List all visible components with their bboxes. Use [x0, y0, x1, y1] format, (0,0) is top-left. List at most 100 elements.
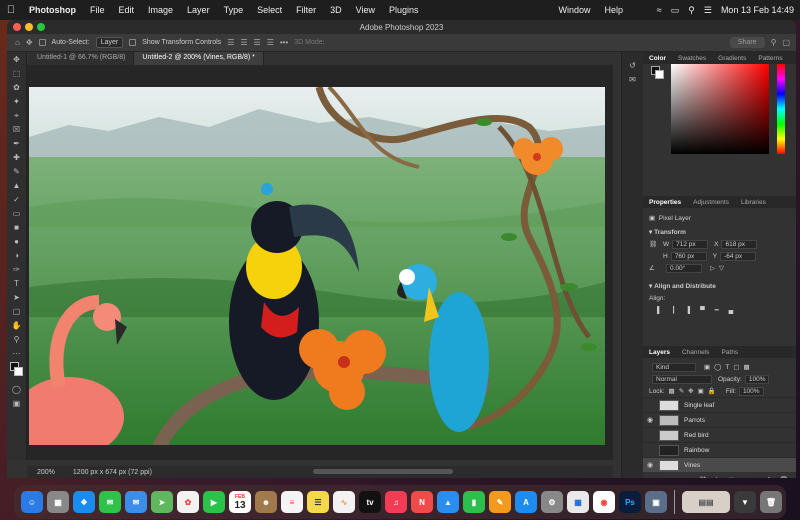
marquee-tool-icon[interactable]: ⬚	[10, 68, 24, 80]
battery-icon[interactable]: ▭	[671, 5, 680, 16]
color-swatches[interactable]	[7, 362, 26, 382]
height-field[interactable]: 760 px	[670, 251, 707, 261]
align-left-icon[interactable]: ▌	[657, 307, 662, 314]
distribute-icon[interactable]: ☰	[267, 38, 274, 47]
menu-image[interactable]: Image	[141, 5, 180, 15]
tab-patterns[interactable]: Patterns	[752, 55, 788, 62]
link-layers-icon[interactable]: ⛓	[699, 476, 707, 478]
workspace-icon[interactable]: ▢	[782, 38, 790, 47]
layer-row[interactable]: ◉ Parrots	[643, 412, 796, 427]
adjustment-layer-icon[interactable]: ◑	[742, 477, 746, 479]
tab-untitled-2[interactable]: Untitled-2 @ 200% (Vines, RGB/8) *	[134, 52, 264, 65]
more-options-icon[interactable]: •••	[280, 38, 288, 47]
menu-filter[interactable]: Filter	[289, 5, 323, 15]
tab-adjustments[interactable]: Adjustments	[687, 199, 735, 206]
align-center-icon[interactable]: ☰	[240, 38, 247, 47]
link-icon[interactable]: ⛓	[649, 240, 663, 248]
new-layer-icon[interactable]: ✚	[766, 476, 771, 478]
y-field[interactable]: -64 px	[720, 251, 757, 261]
numbers-icon[interactable]: ▮	[463, 491, 485, 513]
pages-icon[interactable]: ✎	[489, 491, 511, 513]
background-swatch[interactable]	[655, 70, 664, 79]
menu-edit[interactable]: Edit	[112, 5, 142, 15]
control-center-icon[interactable]: ☰	[704, 5, 712, 16]
tab-layers[interactable]: Layers	[643, 349, 676, 356]
flip-horizontal-icon[interactable]: ▷	[710, 264, 715, 272]
hue-slider[interactable]	[777, 64, 785, 154]
trash-icon[interactable]: 🗑	[780, 476, 788, 478]
tab-swatches[interactable]: Swatches	[672, 55, 712, 62]
width-field[interactable]: 712 px	[672, 239, 709, 249]
search-icon[interactable]: ⚲	[688, 5, 695, 16]
tab-paths[interactable]: Paths	[715, 349, 744, 356]
recent-documents-icon[interactable]: ▤▤	[682, 491, 730, 513]
healing-brush-icon[interactable]: ✚	[10, 152, 24, 164]
layer-row[interactable]: Red bird	[643, 427, 796, 442]
eye-icon[interactable]: ◉	[643, 416, 657, 424]
more-tools-icon[interactable]: ⋯	[10, 348, 24, 360]
menu-3d[interactable]: 3D	[323, 5, 349, 15]
tab-gradients[interactable]: Gradients	[712, 55, 752, 62]
move-tool-icon[interactable]: ✥	[26, 38, 33, 47]
home-icon[interactable]: ⌂	[15, 38, 20, 47]
layer-row[interactable]: Rainbow	[643, 442, 796, 457]
lasso-tool-icon[interactable]: ✿	[10, 82, 24, 94]
x-field[interactable]: 618 px	[721, 239, 758, 249]
align-header[interactable]: ▾ Align and Distribute	[643, 280, 796, 292]
document-canvas[interactable]	[29, 87, 605, 445]
windows-app-icon[interactable]: ▦	[567, 491, 589, 513]
transform-controls-checkbox[interactable]	[129, 39, 137, 46]
flip-vertical-icon[interactable]: ▽	[719, 264, 724, 272]
align-bottom-icon[interactable]: ▄	[729, 307, 734, 314]
keynote-icon[interactable]: ▲	[437, 491, 459, 513]
screen-mode-icon[interactable]: ▣	[10, 398, 24, 410]
menu-app[interactable]: Photoshop	[22, 5, 83, 15]
zoom-level[interactable]: 200%	[37, 469, 55, 476]
lock-icons[interactable]: ▩✎✥▣🔒	[669, 387, 720, 395]
gradient-tool-icon[interactable]: ■	[10, 222, 24, 234]
apple-icon[interactable]: 	[0, 4, 22, 16]
filter-icons[interactable]: ▣◯T▢▩	[704, 363, 754, 371]
reminders-icon[interactable]: ≡	[281, 491, 303, 513]
path-select-icon[interactable]: ➤	[10, 292, 24, 304]
tab-channels[interactable]: Channels	[676, 349, 715, 356]
downloads-icon[interactable]: ▼	[734, 491, 756, 513]
blend-mode-dropdown[interactable]: Normal	[652, 374, 712, 384]
auto-select-checkbox[interactable]	[38, 39, 46, 46]
type-tool-icon[interactable]: T	[10, 278, 24, 290]
messages-icon[interactable]: ✉	[99, 491, 121, 513]
eye-icon[interactable]: ◉	[643, 461, 657, 469]
eyedropper-icon[interactable]: ✒	[10, 138, 24, 150]
pen-tool-icon[interactable]: ✑	[10, 264, 24, 276]
align-left-icon[interactable]: ☰	[227, 38, 234, 47]
comments-icon[interactable]: ✉	[626, 74, 640, 86]
notes-icon[interactable]: ☰	[307, 491, 329, 513]
menu-type[interactable]: Type	[217, 5, 251, 15]
app-store-icon[interactable]: A	[515, 491, 537, 513]
eraser-tool-icon[interactable]: ▭	[10, 208, 24, 220]
document-info[interactable]: 1200 px x 674 px (72 ppi)	[73, 469, 152, 476]
add-mask-icon[interactable]: ▣	[728, 476, 734, 478]
facetime-icon[interactable]: ▶	[203, 491, 225, 513]
background-color[interactable]	[14, 367, 23, 376]
system-settings-icon[interactable]: ⚙	[541, 491, 563, 513]
search-icon[interactable]: ⚲	[771, 38, 777, 47]
contacts-icon[interactable]: ☻	[255, 491, 277, 513]
blur-tool-icon[interactable]: ●	[10, 236, 24, 248]
finder-icon[interactable]: ☺	[21, 491, 43, 513]
freeform-icon[interactable]: ∿	[333, 491, 355, 513]
magic-wand-icon[interactable]: ✦	[10, 96, 24, 108]
minimize-button[interactable]	[25, 23, 33, 31]
photoshop-icon[interactable]: Ps	[619, 491, 641, 513]
move-tool-icon[interactable]: ✥	[10, 54, 24, 66]
menu-window[interactable]: Window	[552, 5, 598, 15]
safari-icon[interactable]: ❖	[73, 491, 95, 513]
new-group-icon[interactable]: □	[754, 477, 758, 479]
history-brush-icon[interactable]: ✓	[10, 194, 24, 206]
trash-icon[interactable]: 🗑	[760, 491, 782, 513]
brush-tool-icon[interactable]: ✎	[10, 166, 24, 178]
share-button[interactable]: Share	[729, 37, 765, 48]
align-right-icon[interactable]: ☰	[254, 38, 261, 47]
zoom-tool-icon[interactable]: ⚲	[10, 334, 24, 346]
layer-row[interactable]: Single leaf	[643, 397, 796, 412]
